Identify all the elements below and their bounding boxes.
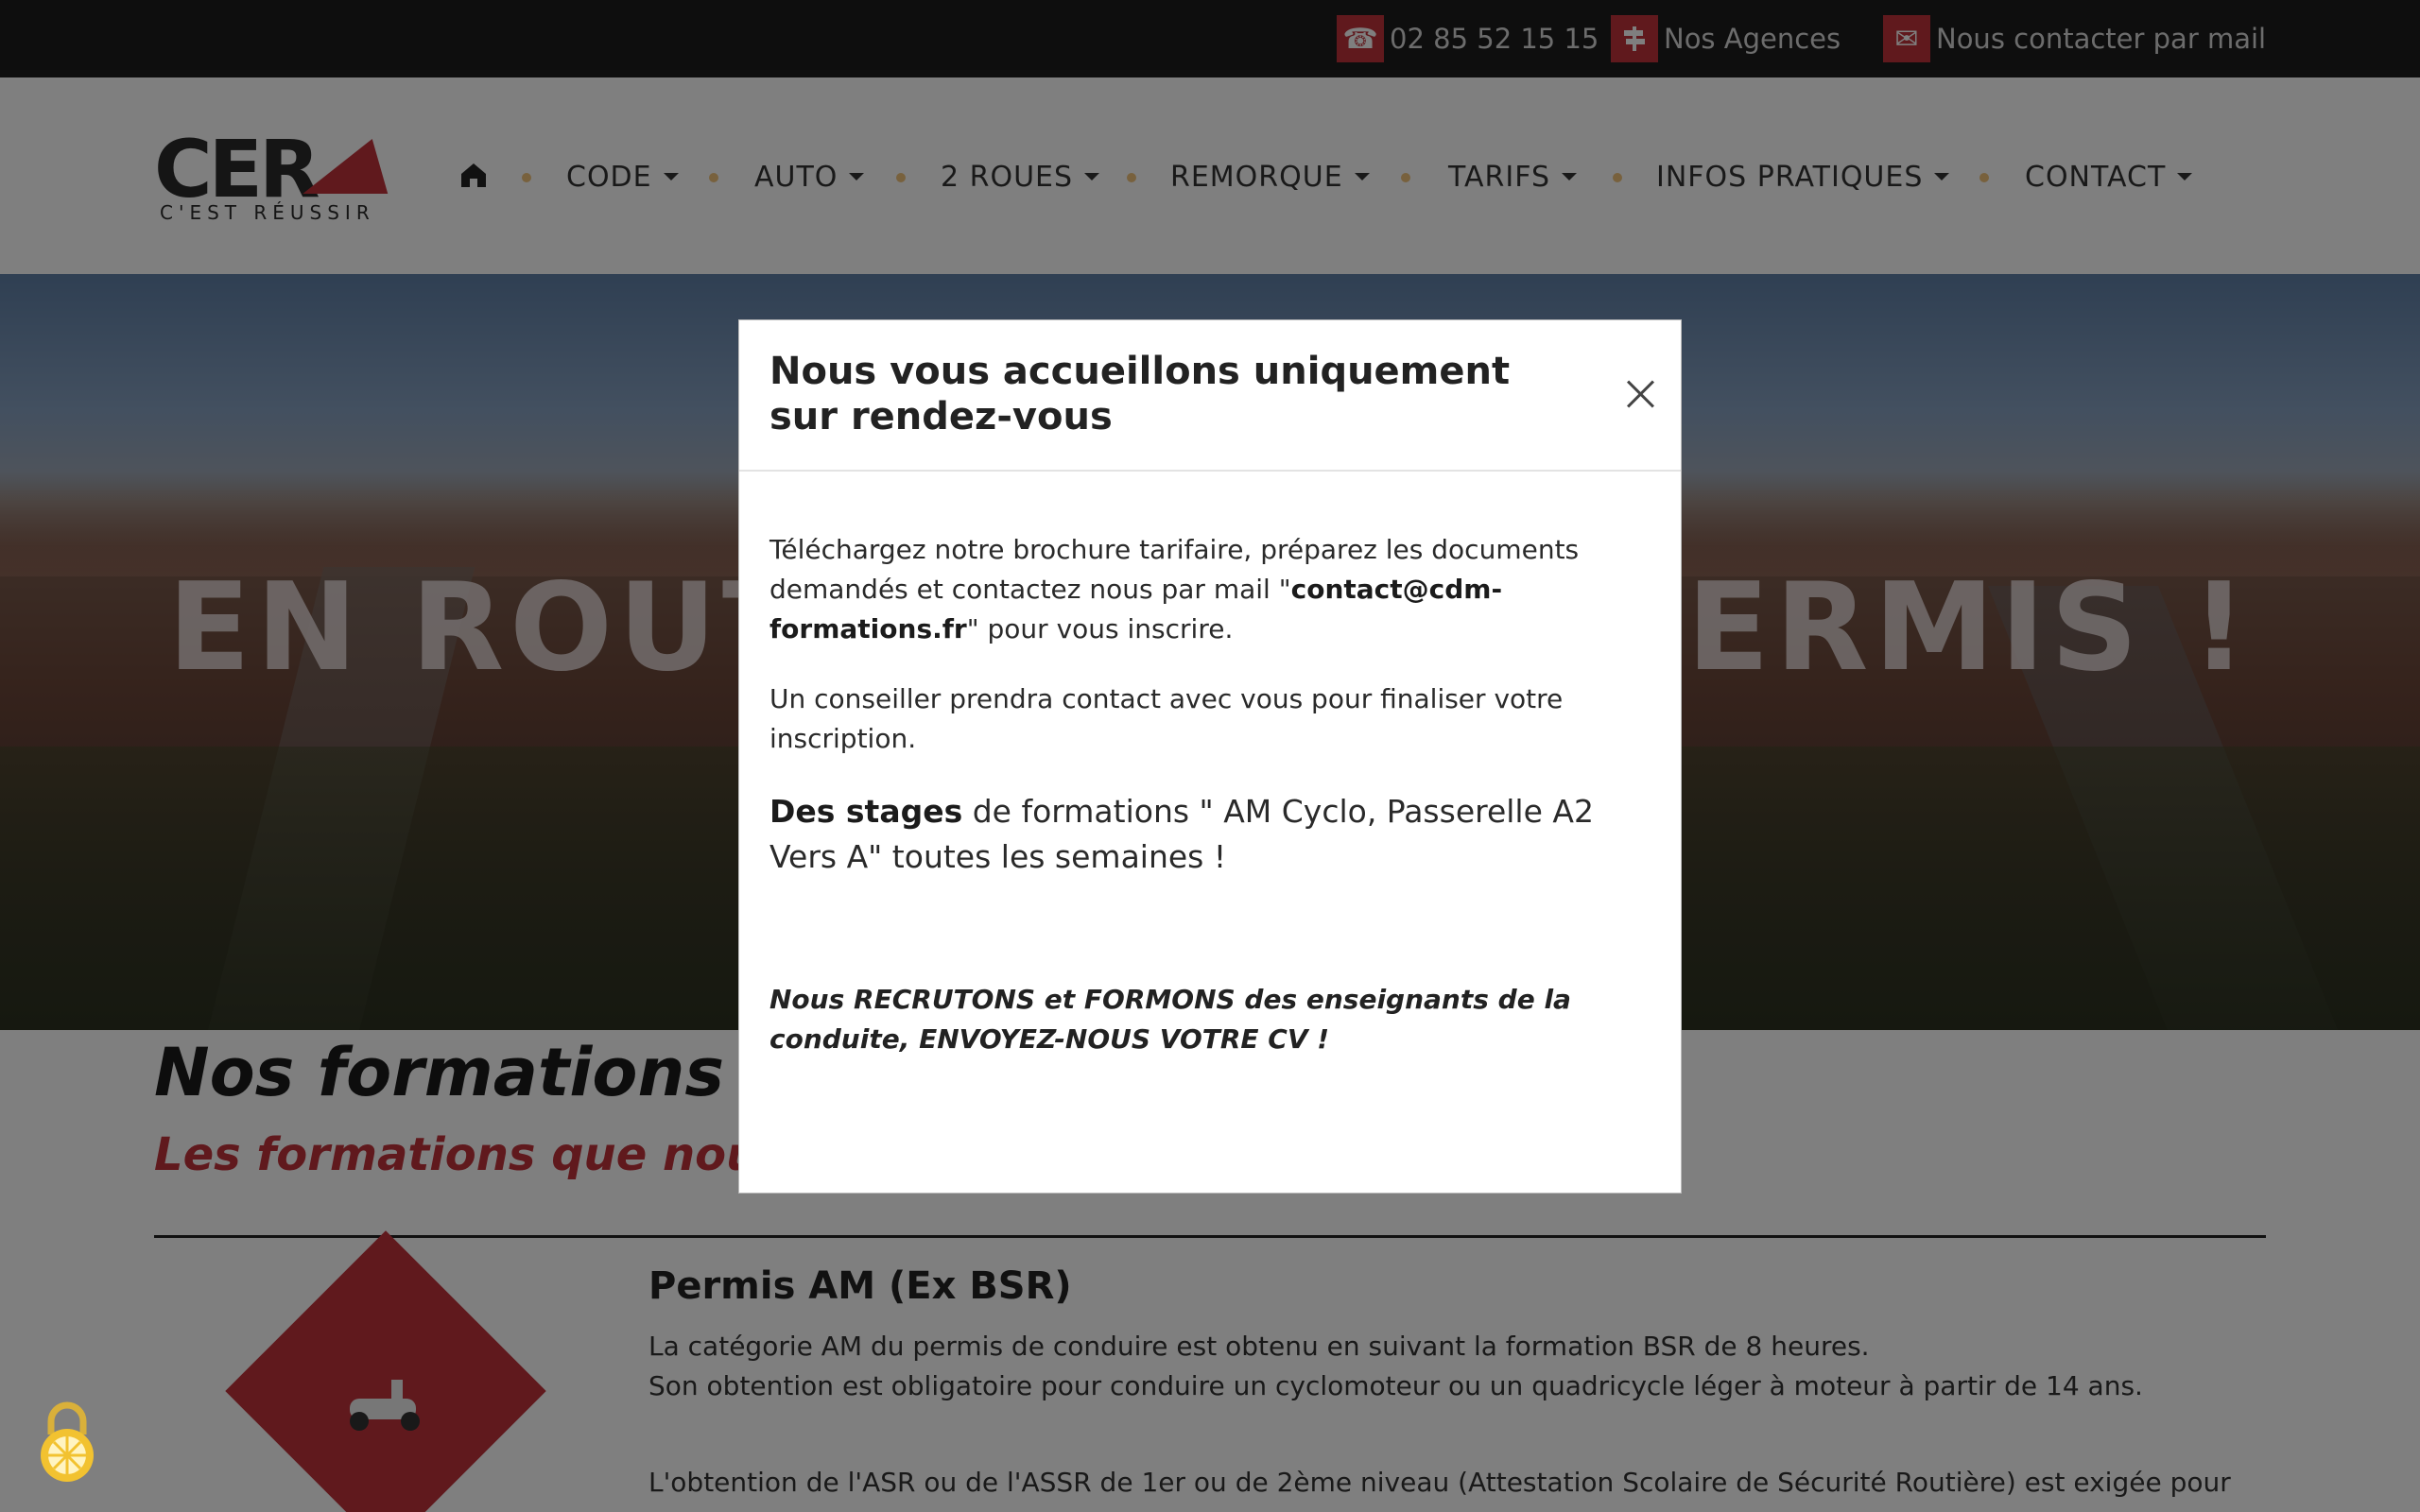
modal-header: Nous vous accueillons uniquement sur ren… [739,320,1681,472]
modal-text: " pour vous inscrire. [966,613,1234,644]
modal-paragraph-stages: Des stages de formations " AM Cyclo, Pas… [769,789,1639,880]
modal-paragraph-recruit: Nous RECRUTONS et FORMONS des enseignant… [769,984,1571,1055]
cookie-consent-icon[interactable] [32,1397,102,1484]
modal-paragraph-brochure: Téléchargez notre brochure tarifaire, pr… [769,530,1639,649]
modal-title: Nous vous accueillons uniquement sur ren… [769,350,1511,438]
modal-paragraph-advisor: Un conseiller prendra contact avec vous … [769,683,1564,754]
close-icon[interactable] [1618,372,1662,416]
modal-text-bold: Des stages [769,793,963,830]
appointment-modal: Nous vous accueillons uniquement sur ren… [738,319,1682,1194]
